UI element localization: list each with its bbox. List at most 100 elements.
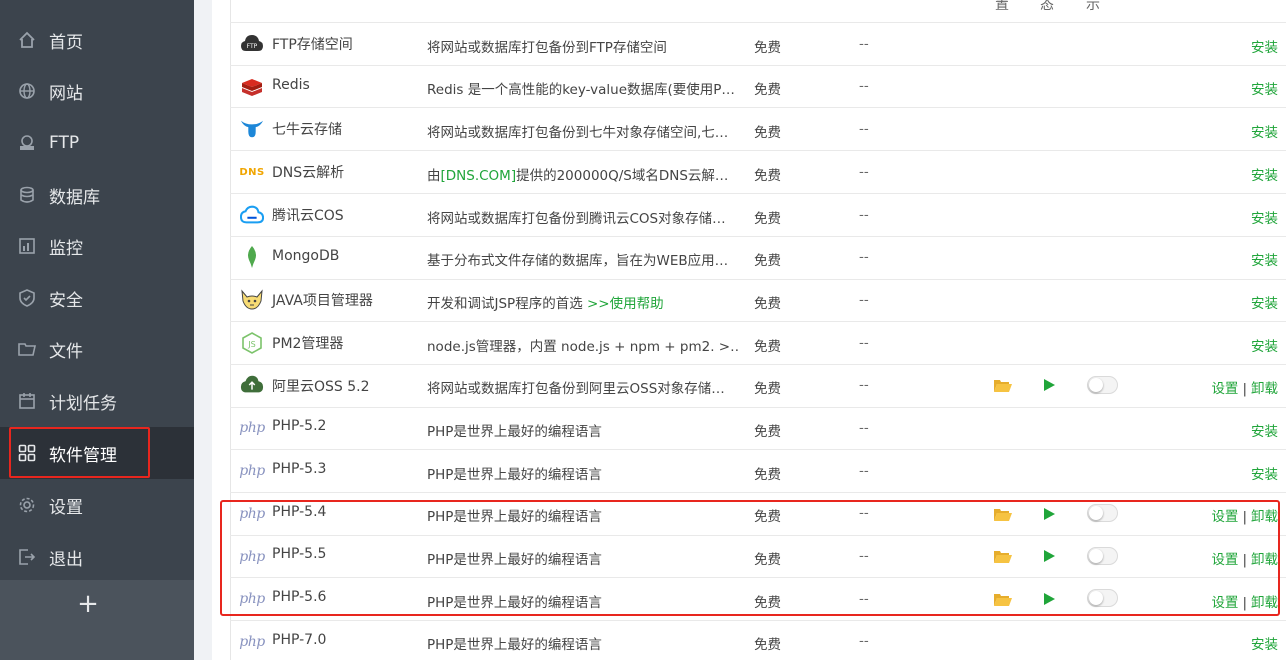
database-icon [18, 186, 36, 204]
separator: | [1242, 552, 1247, 568]
software-description: Redis 是一个高性能的key-value数据库(要使用P… [427, 82, 735, 98]
dns-com-link[interactable]: [DNS.COM] [441, 168, 517, 184]
separator: | [1242, 381, 1247, 397]
toggle-knob [1089, 591, 1103, 605]
php-icon: php [239, 630, 265, 654]
toggle-knob [1089, 549, 1103, 563]
software-expire: -- [859, 292, 869, 308]
software-price: 免费 [754, 381, 781, 397]
software-description: 将网站或数据库打包备份到腾讯云COS对象存储… [427, 211, 726, 227]
sidebar-item-monitor[interactable]: 监控 [0, 220, 194, 272]
sidebar-item-security[interactable]: 安全 [0, 272, 194, 324]
add-button[interactable]: + [72, 588, 104, 620]
sidebar-item-cron[interactable]: 计划任务 [0, 375, 194, 427]
software-expire: -- [859, 505, 869, 521]
uninstall-link[interactable]: 卸载 [1251, 381, 1278, 397]
software-description: PHP是世界上最好的编程语言 [427, 509, 602, 525]
install-link[interactable]: 安装 [1251, 78, 1278, 98]
sidebar-item-label: 网站 [49, 83, 83, 104]
sidebar-item-ftp[interactable]: FTP [0, 117, 194, 169]
software-price: 免费 [754, 467, 781, 483]
play-icon[interactable] [1043, 508, 1055, 520]
software-price: 免费 [754, 168, 781, 184]
folder-open-icon[interactable] [994, 549, 1012, 563]
play-icon[interactable] [1043, 593, 1055, 605]
globe-icon [18, 82, 36, 100]
php-icon: php [239, 502, 265, 526]
toggle-knob [1089, 378, 1103, 392]
play-icon[interactable] [1043, 550, 1055, 562]
sidebar-item-home[interactable]: 首页 [0, 14, 194, 66]
homepage-toggle[interactable] [1087, 504, 1118, 522]
software-price: 免费 [754, 637, 781, 653]
folder-open-icon[interactable] [994, 592, 1012, 606]
software-name: PM2管理器 [272, 336, 344, 352]
install-link[interactable]: 安装 [1251, 292, 1278, 312]
homepage-toggle[interactable] [1087, 589, 1118, 607]
sidebar-item-label: 数据库 [49, 187, 100, 208]
settings-link[interactable]: 设置 [1211, 509, 1238, 525]
software-price: 免费 [754, 125, 781, 141]
software-name: FTP存储空间 [272, 37, 353, 53]
software-price: 免费 [754, 595, 781, 611]
install-link[interactable]: 安装 [1251, 335, 1278, 355]
sidebar-item-website[interactable]: 网站 [0, 65, 194, 117]
folder-open-icon[interactable] [994, 507, 1012, 521]
logout-icon [18, 548, 36, 566]
svg-text:FTP: FTP [247, 43, 258, 50]
sidebar-item-label: 监控 [49, 238, 83, 259]
operation-links: 设置 | 卸载 [1211, 505, 1278, 525]
install-link[interactable]: 安装 [1251, 420, 1278, 440]
sidebar: 首页 网站 FTP 数据库 监控 安全 文件 计划任务 软件管理 设置 退出 + [0, 0, 194, 660]
software-name: PHP-5.3 [272, 461, 327, 477]
qiniu-icon [240, 117, 264, 141]
sidebar-item-label: 安全 [49, 290, 83, 311]
uninstall-link[interactable]: 卸载 [1251, 509, 1278, 525]
software-price: 免费 [754, 339, 781, 355]
install-link[interactable]: 安装 [1251, 463, 1278, 483]
description-text: 由 [427, 168, 441, 184]
software-description: 将网站或数据库打包备份到阿里云OSS对象存储… [427, 381, 725, 397]
sidebar-item-database[interactable]: 数据库 [0, 169, 194, 221]
software-expire: -- [859, 164, 869, 180]
install-link[interactable]: 安装 [1251, 633, 1278, 653]
settings-link[interactable]: 设置 [1211, 381, 1238, 397]
uninstall-link[interactable]: 卸载 [1251, 595, 1278, 611]
homepage-toggle[interactable] [1087, 547, 1118, 565]
software-price: 免费 [754, 253, 781, 269]
php-logo-text: php [239, 549, 265, 565]
settings-link[interactable]: 设置 [1211, 552, 1238, 568]
software-description: PHP是世界上最好的编程语言 [427, 595, 602, 611]
sidebar-item-settings[interactable]: 设置 [0, 479, 194, 531]
sidebar-item-logout[interactable]: 退出 [0, 531, 194, 583]
homepage-toggle[interactable] [1087, 376, 1118, 394]
sidebar-item-files[interactable]: 文件 [0, 323, 194, 375]
folder-icon [18, 340, 36, 358]
folder-open-icon[interactable] [994, 378, 1012, 392]
install-link[interactable]: 安装 [1251, 36, 1278, 56]
sidebar-item-software[interactable]: 软件管理 [0, 427, 194, 479]
software-description: 开发和调试JSP程序的首选 >>使用帮助 [427, 292, 739, 312]
php-icon: php [239, 587, 265, 611]
settings-link[interactable]: 设置 [1211, 595, 1238, 611]
separator: | [1242, 509, 1247, 525]
software-name: DNS云解析 [272, 165, 345, 181]
install-link[interactable]: 安装 [1251, 164, 1278, 184]
column-header-fragment: 示 [1086, 0, 1100, 13]
software-expire: -- [859, 633, 869, 649]
install-link[interactable]: 安装 [1251, 207, 1278, 227]
software-description: 由[DNS.COM]提供的200000Q/S域名DNS云解… [427, 164, 739, 184]
usage-help-link[interactable]: >>使用帮助 [587, 296, 664, 312]
install-link[interactable]: 安装 [1251, 249, 1278, 269]
sidebar-item-label: 软件管理 [49, 445, 117, 466]
shield-icon [18, 289, 36, 307]
software-name: 腾讯云COS [272, 208, 344, 224]
uninstall-link[interactable]: 卸载 [1251, 552, 1278, 568]
software-expire: -- [859, 463, 869, 479]
play-icon[interactable] [1043, 379, 1055, 391]
sidebar-item-label: FTP [49, 133, 80, 153]
install-link[interactable]: 安装 [1251, 121, 1278, 141]
software-description: 将网站或数据库打包备份到七牛对象存储空间,七… [427, 125, 729, 141]
software-price: 免费 [754, 296, 781, 312]
software-name: 阿里云OSS 5.2 [272, 379, 370, 395]
